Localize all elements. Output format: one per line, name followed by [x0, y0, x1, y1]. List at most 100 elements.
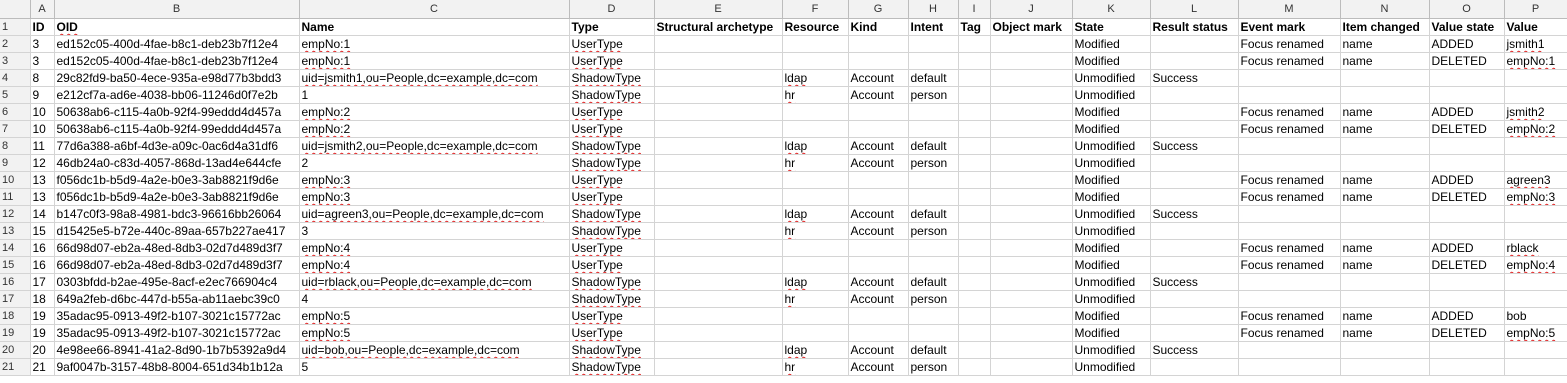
- column-header[interactable]: F: [782, 0, 849, 19]
- cell[interactable]: [1340, 290, 1430, 308]
- cell[interactable]: [1504, 273, 1567, 291]
- cell[interactable]: [958, 52, 991, 70]
- cell[interactable]: [848, 307, 909, 325]
- cell[interactable]: hr: [782, 222, 849, 240]
- cell[interactable]: [654, 52, 783, 70]
- cell[interactable]: Unmodified: [1072, 222, 1151, 240]
- cell[interactable]: [990, 154, 1073, 172]
- cell[interactable]: [908, 324, 959, 342]
- cell[interactable]: ShadowType: [569, 69, 655, 87]
- row-number[interactable]: 19: [0, 324, 31, 342]
- cell[interactable]: ed152c05-400d-4fae-b8c1-deb23b7f12e4: [54, 52, 300, 70]
- cell[interactable]: [1340, 69, 1430, 87]
- cell[interactable]: ADDED: [1429, 171, 1505, 189]
- cell[interactable]: empNo:2: [299, 103, 570, 121]
- cell[interactable]: [654, 120, 783, 138]
- cell[interactable]: 4e98ee66-8941-41a2-8d90-1b7b5392a9d4: [54, 341, 300, 359]
- cell[interactable]: Account: [848, 69, 909, 87]
- cell[interactable]: [848, 120, 909, 138]
- cell[interactable]: empNo:5: [299, 324, 570, 342]
- cell[interactable]: ldap: [782, 341, 849, 359]
- cell[interactable]: uid=agreen3,ou=People,dc=example,dc=com: [299, 205, 570, 223]
- column-header[interactable]: K: [1072, 0, 1151, 19]
- column-header[interactable]: B: [54, 0, 300, 19]
- cell[interactable]: [782, 52, 849, 70]
- cell[interactable]: [654, 341, 783, 359]
- cell[interactable]: [1238, 205, 1341, 223]
- cell[interactable]: [1150, 358, 1239, 376]
- cell[interactable]: 13: [30, 171, 55, 189]
- cell[interactable]: [1504, 137, 1567, 155]
- cell[interactable]: Account: [848, 154, 909, 172]
- cell[interactable]: UserType: [569, 52, 655, 70]
- cell[interactable]: f056dc1b-b5d9-4a2e-b0e3-3ab8821f9d6e: [54, 171, 300, 189]
- cell[interactable]: empNo:2: [299, 120, 570, 138]
- cell[interactable]: [958, 69, 991, 87]
- cell[interactable]: Success: [1150, 205, 1239, 223]
- cell[interactable]: name: [1340, 35, 1430, 53]
- cell[interactable]: Focus renamed: [1238, 120, 1341, 138]
- cell[interactable]: Modified: [1072, 120, 1151, 138]
- cell[interactable]: [990, 35, 1073, 53]
- cell[interactable]: 77d6a388-a6bf-4d3e-a09c-0ac6d4a31df6: [54, 137, 300, 155]
- cell[interactable]: 35adac95-0913-49f2-b107-3021c15772ac: [54, 324, 300, 342]
- cell[interactable]: [908, 307, 959, 325]
- cell[interactable]: [848, 239, 909, 257]
- cell[interactable]: Account: [848, 341, 909, 359]
- cell[interactable]: Focus renamed: [1238, 256, 1341, 274]
- cell[interactable]: 15: [30, 222, 55, 240]
- column-header[interactable]: G: [848, 0, 909, 19]
- cell[interactable]: [654, 137, 783, 155]
- cell[interactable]: [1238, 137, 1341, 155]
- cell[interactable]: 50638ab6-c115-4a0b-92f4-99eddd4d457a: [54, 103, 300, 121]
- cell[interactable]: Unmodified: [1072, 205, 1151, 223]
- cell[interactable]: 14: [30, 205, 55, 223]
- cell[interactable]: 19: [30, 324, 55, 342]
- cell[interactable]: name: [1340, 239, 1430, 257]
- cell[interactable]: hr: [782, 86, 849, 104]
- cell[interactable]: 4: [299, 290, 570, 308]
- select-all-corner[interactable]: [0, 0, 31, 19]
- cell[interactable]: Modified: [1072, 35, 1151, 53]
- cell[interactable]: Focus renamed: [1238, 324, 1341, 342]
- cell[interactable]: [958, 222, 991, 240]
- cell[interactable]: [782, 188, 849, 206]
- column-header[interactable]: C: [299, 0, 570, 19]
- cell[interactable]: [958, 86, 991, 104]
- header-cell[interactable]: Value: [1504, 18, 1567, 36]
- cell[interactable]: empNo:1: [1504, 52, 1567, 70]
- header-cell[interactable]: Event mark: [1238, 18, 1341, 36]
- cell[interactable]: [1340, 358, 1430, 376]
- cell[interactable]: [1238, 290, 1341, 308]
- cell[interactable]: ADDED: [1429, 239, 1505, 257]
- cell[interactable]: [990, 103, 1073, 121]
- cell[interactable]: [990, 86, 1073, 104]
- cell[interactable]: ADDED: [1429, 103, 1505, 121]
- cell[interactable]: [990, 188, 1073, 206]
- row-number[interactable]: 13: [0, 222, 31, 240]
- cell[interactable]: Modified: [1072, 324, 1151, 342]
- cell[interactable]: [990, 171, 1073, 189]
- cell[interactable]: default: [908, 205, 959, 223]
- cell[interactable]: DELETED: [1429, 52, 1505, 70]
- row-number[interactable]: 5: [0, 86, 31, 104]
- cell[interactable]: [1504, 205, 1567, 223]
- row-number[interactable]: 20: [0, 341, 31, 359]
- cell[interactable]: [654, 358, 783, 376]
- cell[interactable]: Focus renamed: [1238, 103, 1341, 121]
- row-number[interactable]: 16: [0, 273, 31, 291]
- cell[interactable]: [908, 52, 959, 70]
- row-number[interactable]: 1: [0, 18, 31, 36]
- cell[interactable]: name: [1340, 188, 1430, 206]
- cell[interactable]: ShadowType: [569, 137, 655, 155]
- cell[interactable]: empNo:4: [299, 256, 570, 274]
- cell[interactable]: 649a2feb-d6bc-447d-b55a-ab11aebc39c0: [54, 290, 300, 308]
- cell[interactable]: [1150, 171, 1239, 189]
- cell[interactable]: Unmodified: [1072, 273, 1151, 291]
- cell[interactable]: [654, 35, 783, 53]
- cell[interactable]: [958, 324, 991, 342]
- cell[interactable]: ShadowType: [569, 222, 655, 240]
- cell[interactable]: UserType: [569, 188, 655, 206]
- cell[interactable]: [958, 239, 991, 257]
- cell[interactable]: [654, 171, 783, 189]
